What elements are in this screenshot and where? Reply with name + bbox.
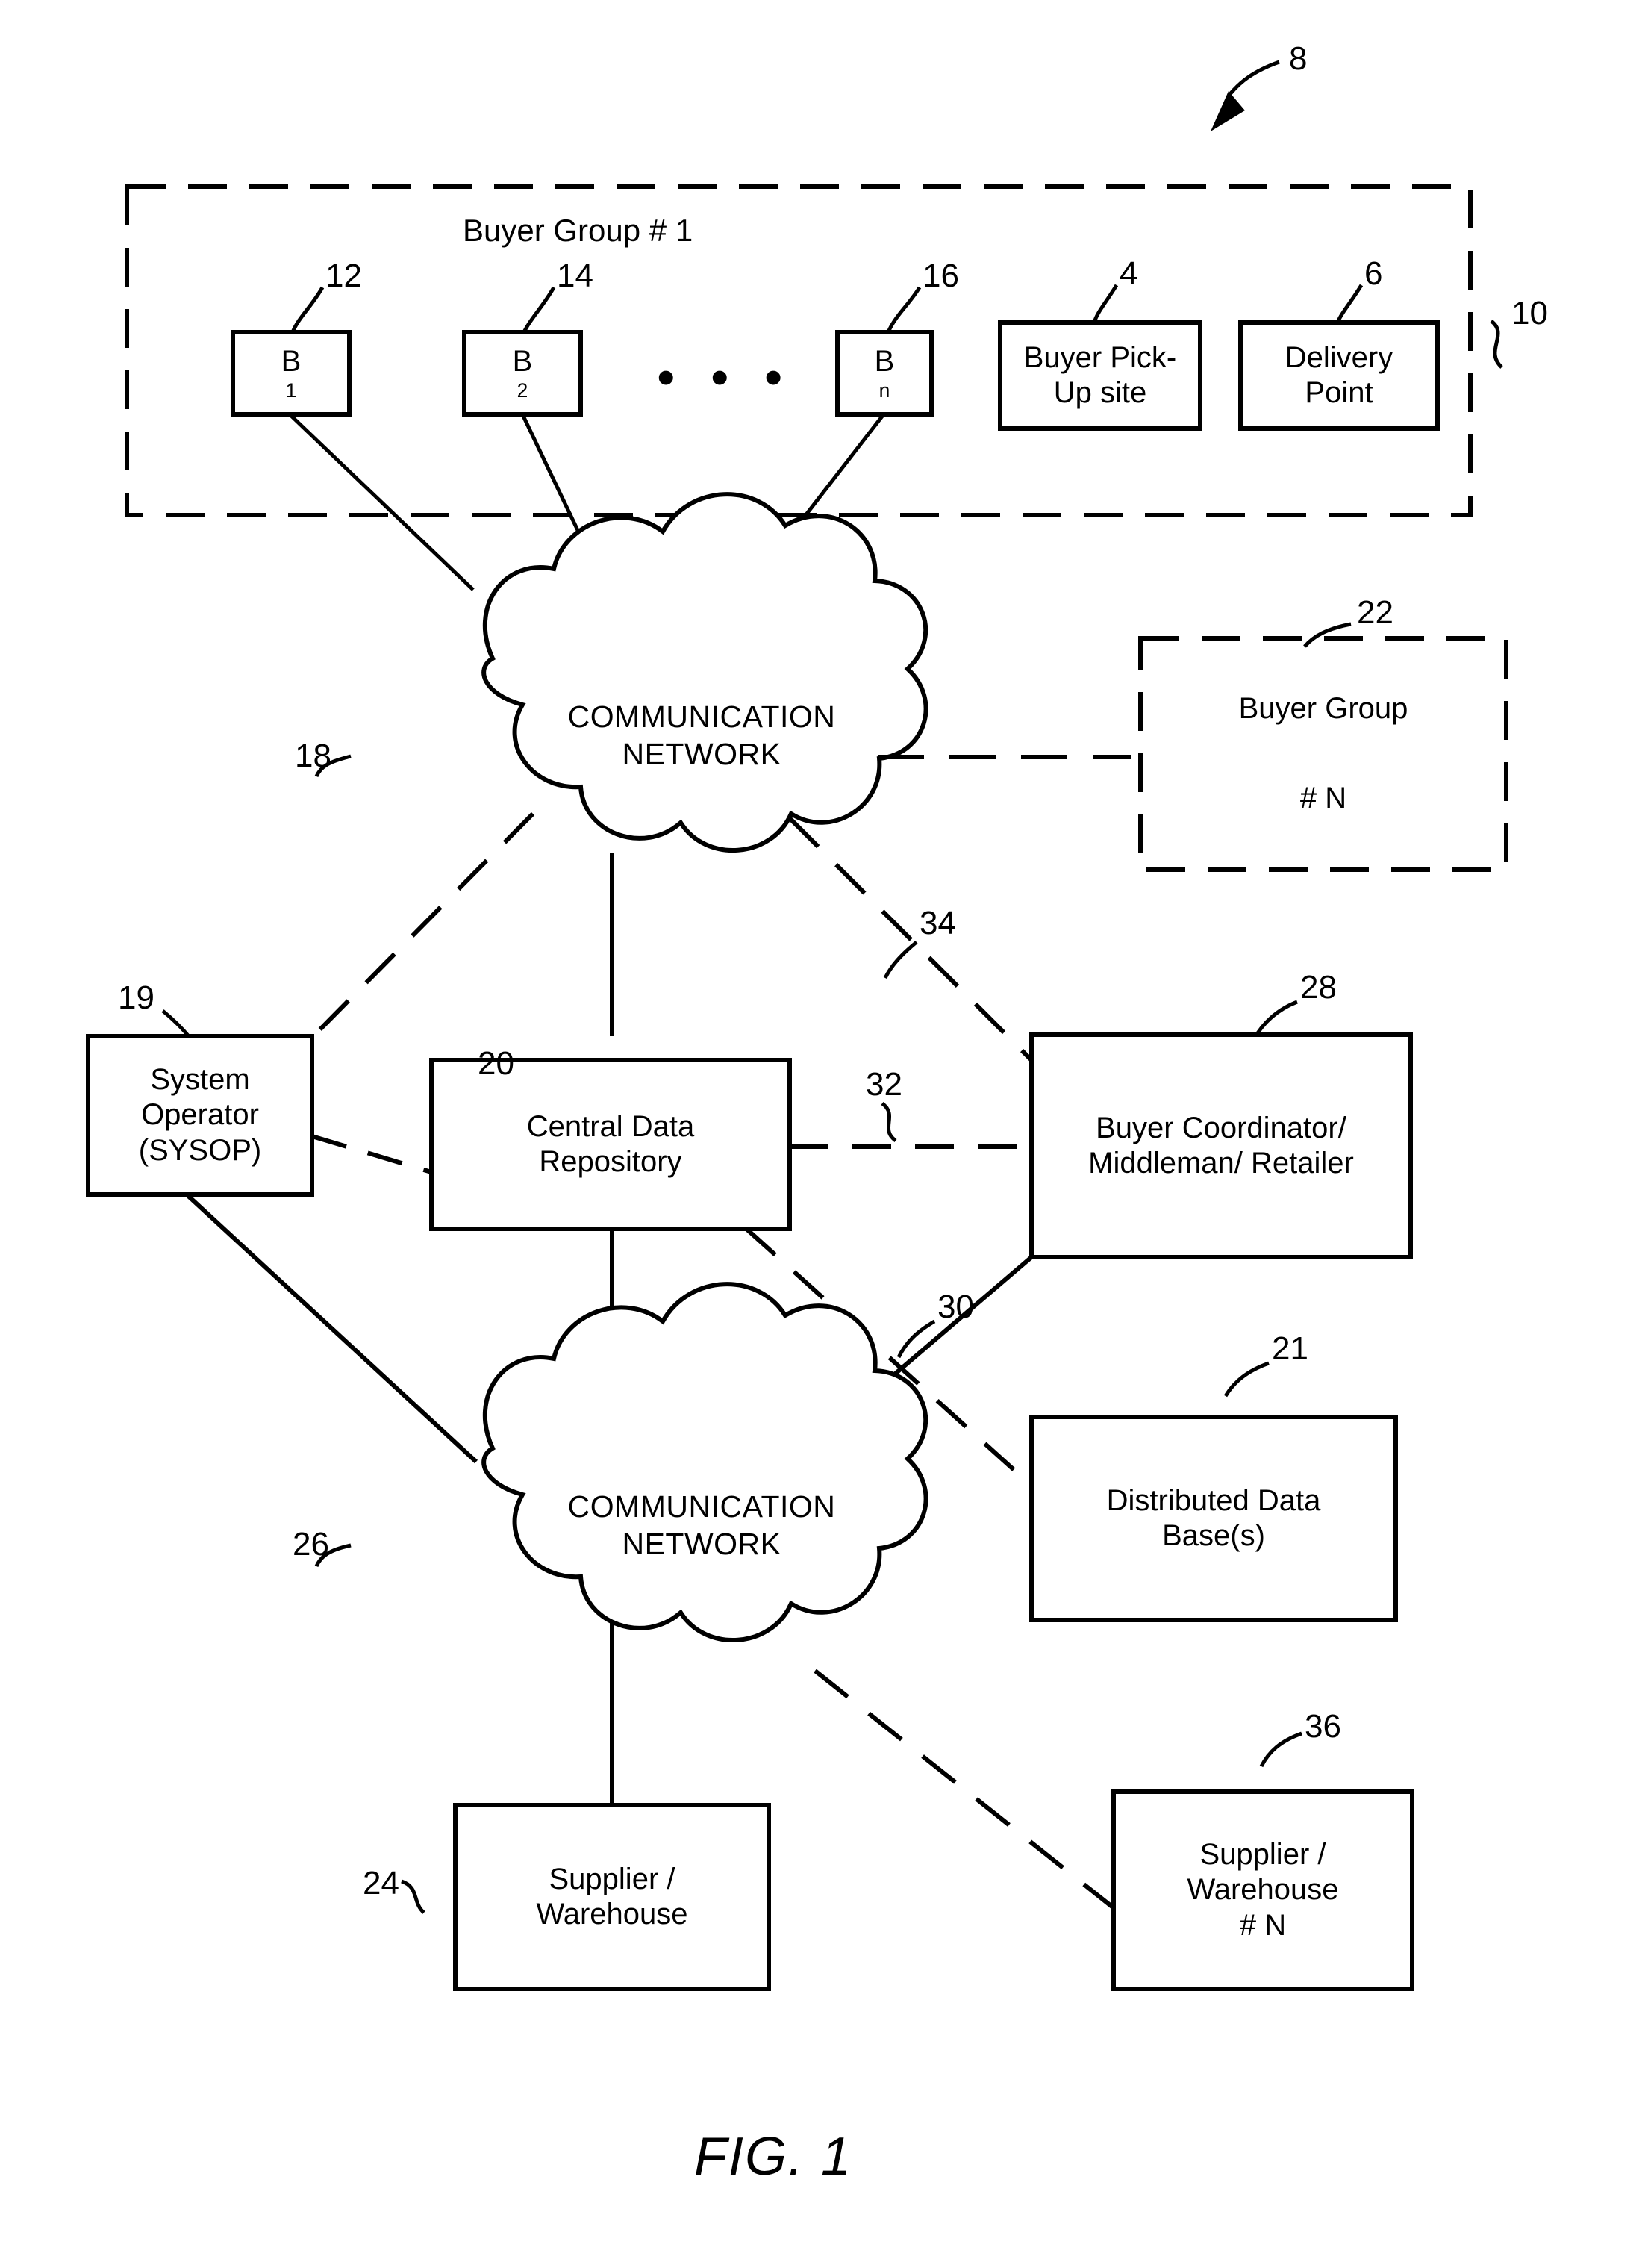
distributed-database-box <box>1029 1415 1398 1622</box>
delivery-point-box <box>1238 320 1440 431</box>
patent-figure: 8 Buyer Group # 1 10 B1 B2 Bn • • • 12 1… <box>0 0 1645 2268</box>
ref-num-b1: 12 <box>325 258 362 294</box>
network-bottom-to-supplier-n-link <box>814 1669 1121 1915</box>
ref-num-link-34: 34 <box>920 905 956 941</box>
supplier-warehouse-n-box <box>1111 1789 1414 1991</box>
network-top-to-sysop-link <box>302 811 535 1047</box>
sysop-to-network-bottom-link <box>184 1192 478 1464</box>
network-top-to-coordinator-link <box>787 816 1034 1062</box>
sysop-to-repository-link <box>311 1134 432 1174</box>
ref-num-network-top: 18 <box>295 738 331 774</box>
system-lead-arrow <box>1211 60 1280 131</box>
ref-num-bn: 16 <box>923 258 959 294</box>
figure-caption: FIG. 1 <box>694 2127 853 2187</box>
ref-num-central-data-repository: 20 <box>478 1045 514 1082</box>
supplier-warehouse-box <box>453 1803 771 1991</box>
ref-num-distributed-database: 21 <box>1272 1330 1308 1367</box>
buyer-coordinator-box <box>1029 1032 1413 1259</box>
ref-num-buyer-pickup-site: 4 <box>1120 255 1138 292</box>
ref-num-delivery-point: 6 <box>1364 255 1383 292</box>
buyer-box-bn <box>835 330 934 417</box>
communication-network-top-cloud <box>481 492 928 853</box>
ref-num-system: 8 <box>1289 40 1308 77</box>
ref-num-buyer-group-n: 22 <box>1357 594 1393 631</box>
ref-num-network-bottom: 26 <box>293 1526 329 1563</box>
communication-network-bottom-cloud <box>481 1282 928 1643</box>
ref-num-link-32: 32 <box>866 1066 902 1103</box>
buyer-box-b1 <box>231 330 352 417</box>
buyer-group-1-title: Buyer Group # 1 <box>463 213 693 248</box>
communication-network-top-label: COMMUNICATION NETWORK <box>567 699 836 771</box>
central-data-repository-box <box>429 1058 792 1231</box>
ref-num-buyer-coordinator: 28 <box>1300 969 1337 1006</box>
ref-num-b2: 14 <box>557 258 593 294</box>
system-operator-box <box>86 1034 314 1197</box>
ref-num-buyer-group-1-boundary: 10 <box>1511 295 1548 331</box>
buyer-box-b2 <box>462 330 583 417</box>
ref-num-system-operator: 19 <box>118 979 154 1016</box>
figure-drawing <box>86 60 1508 1991</box>
buyer-pickup-site-box <box>998 320 1202 431</box>
buyer-list-ellipsis: • • • <box>657 348 793 406</box>
buyer-group-n-boundary <box>1138 636 1508 872</box>
ref-num-supplier-warehouse: 24 <box>363 1865 399 1901</box>
communication-network-bottom-label: COMMUNICATION NETWORK <box>567 1489 836 1561</box>
ref-num-supplier-warehouse-n: 36 <box>1305 1708 1341 1745</box>
ref-num-link-30: 30 <box>937 1289 974 1325</box>
